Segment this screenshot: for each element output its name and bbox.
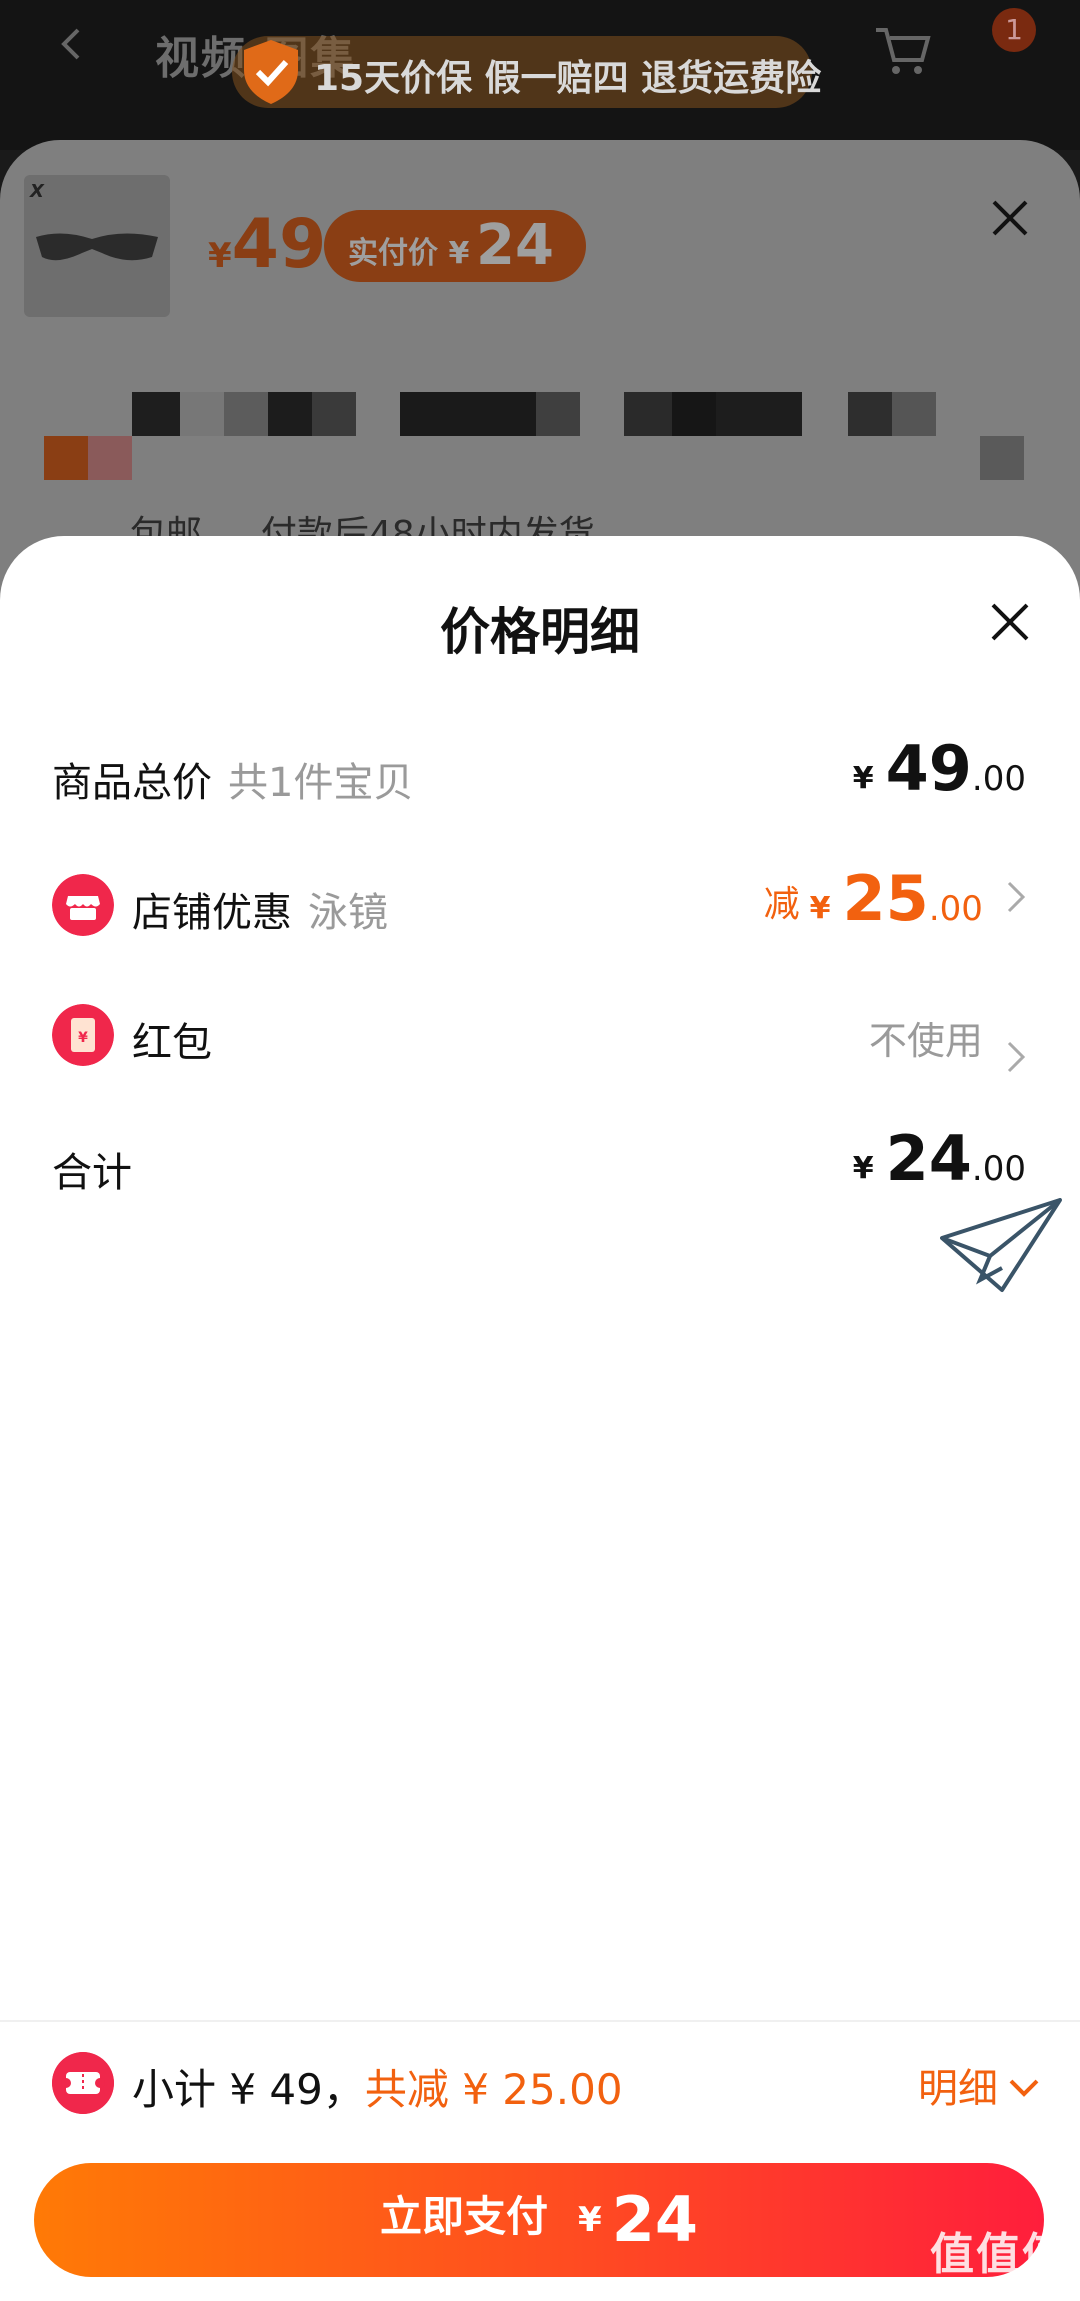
watermark-logo: 值值值 bbox=[930, 2229, 1068, 2280]
guarantee-banner: 15天价保 假一赔四 退货运费险 bbox=[232, 36, 821, 108]
row-total-price: 商品总价 共1件宝贝 ¥49.00 bbox=[0, 732, 1080, 822]
chevron-right-icon bbox=[1007, 1041, 1026, 1073]
site-watermark: 值值值 zhizhizhi.com bbox=[930, 2218, 1068, 2301]
background-close-icon bbox=[992, 200, 1028, 236]
redaction-block bbox=[536, 392, 580, 436]
redaction-block bbox=[980, 436, 1024, 480]
red-packet-value: 不使用 bbox=[868, 1019, 983, 1063]
red-packet-icon: ¥ bbox=[52, 1004, 114, 1066]
background-price: ¥49 bbox=[208, 205, 327, 284]
subtotal-amount: 小计 ¥ 49， bbox=[132, 2065, 365, 2114]
subtotal-bar: 小计 ¥ 49，共减 ¥ 25.00 明细 bbox=[0, 2040, 1080, 2130]
subtotal-discount: 共减 ¥ 25.00 bbox=[364, 2065, 623, 2114]
redaction-block bbox=[44, 436, 88, 480]
shop-icon bbox=[52, 874, 114, 936]
goggles-image bbox=[36, 233, 158, 261]
pay-now-button[interactable]: 立即支付 ¥24 bbox=[34, 2163, 1044, 2277]
total-price-amount: ¥49.00 bbox=[852, 732, 1026, 805]
shop-discount-label: 店铺优惠 bbox=[132, 890, 292, 936]
svg-text:¥: ¥ bbox=[78, 1030, 88, 1046]
chevron-down-icon bbox=[1009, 2079, 1039, 2097]
sheet-title: 价格明细 bbox=[440, 603, 640, 661]
background-actual-price-badge: 实付价 ¥24 bbox=[324, 210, 586, 282]
redaction-block bbox=[312, 392, 356, 436]
pay-currency: ¥ bbox=[578, 2200, 602, 2240]
product-thumbnail: X bbox=[24, 175, 170, 317]
shield-icon bbox=[244, 40, 298, 104]
back-icon bbox=[61, 28, 80, 60]
redaction-block bbox=[716, 392, 802, 436]
coupon-icon bbox=[52, 2052, 114, 2114]
shop-discount-name: 泳镜 bbox=[308, 890, 388, 936]
shop-discount-amount: 减 ¥25.00 bbox=[764, 862, 1026, 952]
redaction-block bbox=[848, 392, 892, 436]
pay-now-label: 立即支付 bbox=[380, 2192, 549, 2241]
row-sum: 合计 ¥24.00 bbox=[0, 1122, 1080, 1212]
redaction-block bbox=[892, 392, 936, 436]
redaction-block bbox=[672, 392, 716, 436]
guarantee-text: 15天价保 假一赔四 退货运费险 bbox=[314, 58, 822, 99]
total-price-label: 商品总价 bbox=[52, 760, 212, 806]
redaction-block bbox=[180, 392, 224, 436]
red-packet-label: 红包 bbox=[132, 1020, 212, 1066]
subtotal-text: 小计 ¥ 49，共减 ¥ 25.00 bbox=[132, 2056, 623, 2117]
redaction-block bbox=[88, 436, 132, 480]
redaction-block bbox=[400, 392, 536, 436]
sum-label: 合计 bbox=[52, 1150, 132, 1196]
bottom-divider bbox=[0, 2020, 1080, 2022]
total-items-count: 共1件宝贝 bbox=[228, 760, 414, 806]
paper-plane-icon bbox=[940, 1198, 1062, 1292]
cart-badge: 1 bbox=[992, 8, 1036, 52]
close-icon[interactable] bbox=[990, 602, 1030, 642]
thumb-logo: X bbox=[30, 181, 44, 202]
redaction-block bbox=[132, 392, 180, 436]
price-detail-sheet: 价格明细 商品总价共1件宝贝 ¥49.00 店铺优惠泳镜 减¥25.00 bbox=[0, 536, 1080, 2301]
redaction-block bbox=[224, 392, 268, 436]
detail-toggle-label: 明细 bbox=[918, 2066, 998, 2112]
detail-toggle-button[interactable]: 明细 bbox=[918, 2056, 1040, 2114]
redaction-block bbox=[268, 392, 312, 436]
cart-icon bbox=[876, 28, 931, 74]
redaction-block bbox=[624, 392, 672, 436]
row-red-packet[interactable]: ¥ 红包 不使用 bbox=[0, 992, 1080, 1082]
row-shop-discount[interactable]: 店铺优惠 泳镜 减 ¥25.00 bbox=[0, 862, 1080, 952]
watermark-url: zhizhizhi.com bbox=[938, 2282, 1060, 2301]
chevron-right-icon bbox=[1007, 881, 1026, 913]
pay-amount: 24 bbox=[611, 2183, 698, 2256]
